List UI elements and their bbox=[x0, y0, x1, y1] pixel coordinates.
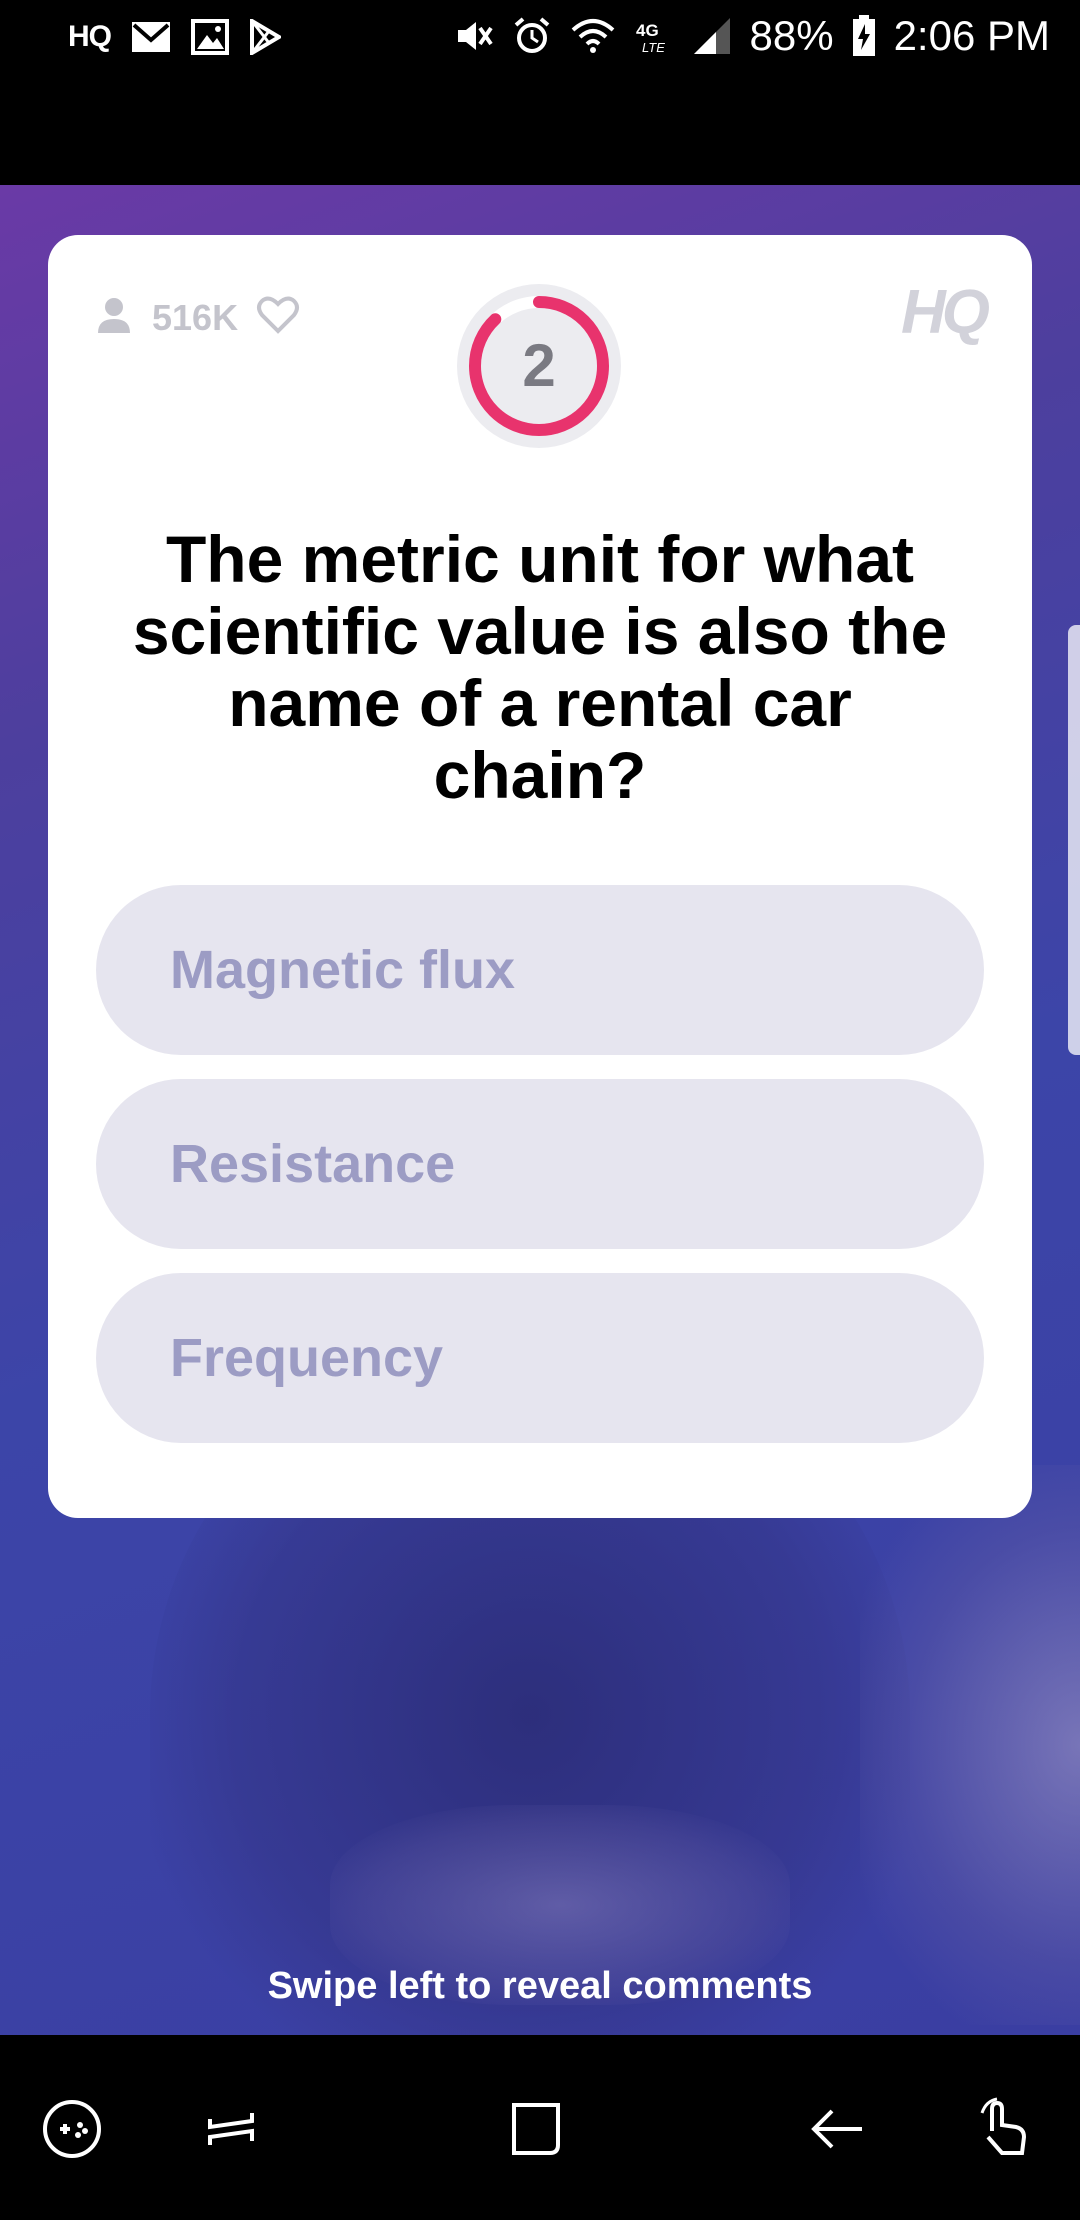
home-icon[interactable] bbox=[504, 2097, 568, 2161]
question-card: 516K 2 HQ The metric unit for what scien… bbox=[48, 235, 1032, 1518]
mute-icon bbox=[454, 16, 494, 56]
image-icon bbox=[191, 19, 229, 55]
hq-logo: HQ bbox=[901, 278, 990, 347]
play-store-icon bbox=[249, 19, 281, 55]
comments-edge-handle[interactable] bbox=[1068, 625, 1080, 1055]
question-number: 2 bbox=[522, 332, 556, 399]
navigation-bar bbox=[0, 2035, 1080, 2220]
hq-game-screen[interactable]: 516K 2 HQ The metric unit for what scien… bbox=[0, 185, 1080, 2035]
person-icon bbox=[94, 295, 134, 340]
battery-percent: 88% bbox=[749, 12, 834, 59]
touch-assist-icon[interactable] bbox=[972, 2097, 1036, 2161]
signal-icon bbox=[692, 16, 732, 56]
svg-text:LTE: LTE bbox=[642, 40, 665, 55]
viewer-count: 516K bbox=[94, 295, 300, 340]
heart-icon[interactable] bbox=[256, 295, 300, 340]
answer-option-2[interactable]: Resistance bbox=[96, 1079, 984, 1249]
viewer-count-value: 516K bbox=[152, 296, 239, 338]
swipe-hint: Swipe left to reveal comments bbox=[267, 1965, 813, 2007]
countdown-timer: 2 bbox=[457, 284, 621, 448]
clock: 2:06 PM bbox=[893, 12, 1050, 59]
answer-option-1[interactable]: Magnetic flux bbox=[96, 885, 984, 1055]
back-icon[interactable] bbox=[806, 2097, 870, 2161]
hq-app-icon: HQ bbox=[68, 20, 112, 53]
mail-icon bbox=[131, 20, 171, 54]
svg-text:4G: 4G bbox=[636, 21, 659, 40]
game-tools-icon[interactable] bbox=[40, 2097, 104, 2161]
status-notifications: HQ bbox=[68, 14, 281, 60]
battery-charging-icon bbox=[852, 15, 876, 57]
alarm-icon bbox=[512, 16, 552, 56]
network-4g-lte-icon: 4G LTE bbox=[634, 16, 674, 56]
status-bar: HQ 4G LTE 88% 2:06 PM bbox=[0, 0, 1080, 185]
background-light bbox=[860, 1465, 1080, 2025]
question-text: The metric unit for what scientific valu… bbox=[132, 522, 948, 812]
status-system: 4G LTE 88% 2:06 PM bbox=[454, 10, 1050, 62]
answer-option-3[interactable]: Frequency bbox=[96, 1273, 984, 1443]
recent-apps-icon[interactable] bbox=[200, 2097, 264, 2161]
wifi-icon bbox=[570, 16, 616, 56]
answer-list: Magnetic flux Resistance Frequency bbox=[96, 885, 984, 1467]
